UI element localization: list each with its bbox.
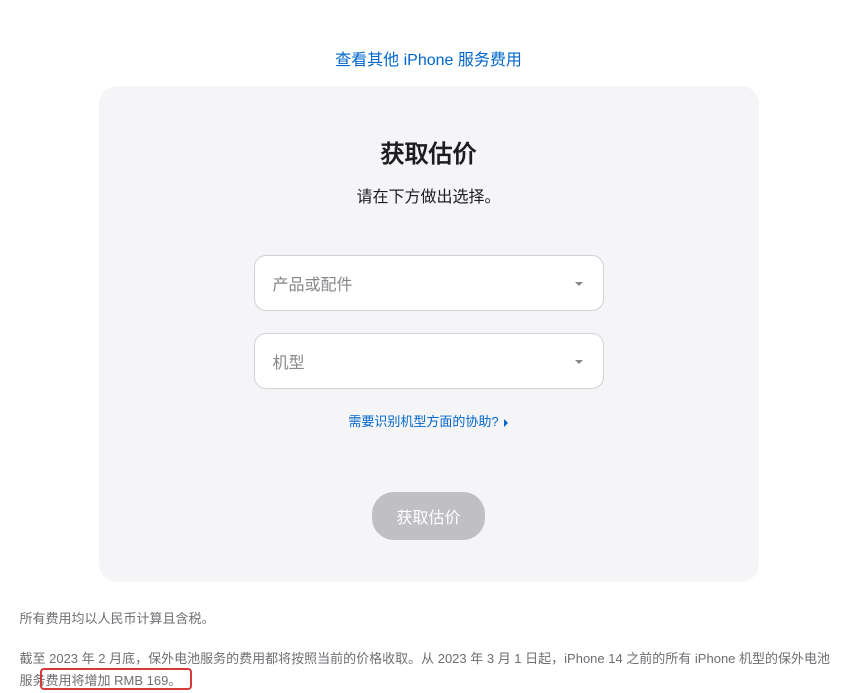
footer-notes: 所有费用均以人民币计算且含税。 截至 2023 年 2 月底，保外电池服务的费用… <box>10 608 848 692</box>
footer-note-currency: 所有费用均以人民币计算且含税。 <box>20 608 838 630</box>
get-estimate-button[interactable]: 获取估价 <box>372 492 484 540</box>
chevron-right-icon <box>503 416 509 426</box>
model-select-placeholder: 机型 <box>273 349 305 373</box>
note-container: 截至 2023 年 2 月底，保外电池服务的费用都将按照当前的价格收取。从 20… <box>20 648 838 692</box>
chevron-down-icon <box>573 355 585 367</box>
chevron-down-icon <box>573 277 585 289</box>
model-select-wrapper: 机型 <box>254 333 604 389</box>
help-link-text: 需要识别机型方面的协助? <box>348 411 498 430</box>
product-select[interactable]: 产品或配件 <box>254 255 604 311</box>
card-title: 获取估价 <box>159 134 699 169</box>
product-select-placeholder: 产品或配件 <box>273 271 353 295</box>
card-subtitle: 请在下方做出选择。 <box>159 183 699 207</box>
model-select[interactable]: 机型 <box>254 333 604 389</box>
footer-note-price-change: 截至 2023 年 2 月底，保外电池服务的费用都将按照当前的价格收取。从 20… <box>20 648 838 692</box>
estimate-card: 获取估价 请在下方做出选择。 产品或配件 机型 需要识别机型方面的协助? 获取估… <box>99 86 759 582</box>
identify-model-help-link[interactable]: 需要识别机型方面的协助? <box>159 411 699 430</box>
product-select-wrapper: 产品或配件 <box>254 255 604 311</box>
other-services-link[interactable]: 查看其他 iPhone 服务费用 <box>0 30 857 86</box>
